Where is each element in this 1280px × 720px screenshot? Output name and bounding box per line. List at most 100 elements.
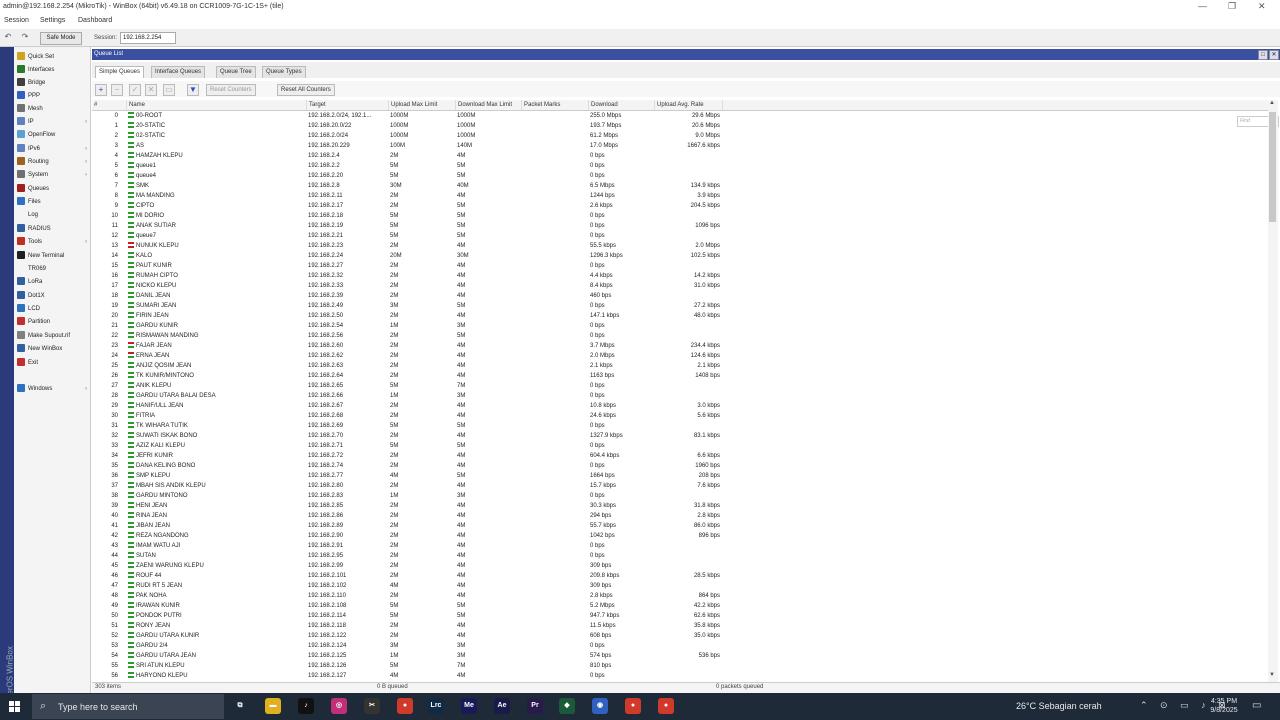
enable-icon[interactable]: ✓ [129,84,141,96]
sidebar-item-system[interactable]: System › [17,169,89,182]
table-row[interactable]: 34 JEFRI KUNIR 192.168.2.72 2M 4M 604.4 kbps 6… [92,451,1268,461]
table-row[interactable]: 0 00-ROOT 192.168.2.0/24, 192.1... 1000M 100… [92,111,1268,121]
column-header[interactable]: Upload Avg. Rate [655,100,723,110]
table-row[interactable]: 14 KALO 192.168.2.24 20M 30M 1296.3 kbps 102.5… [92,251,1268,261]
table-row[interactable]: 27 ANIK KLEPU 192.168.2.65 5M 7M 0 bps [92,381,1268,391]
table-row[interactable]: 1 20-STATIC 192.168.20.0/22 1000M 1000M 193.7… [92,121,1268,131]
table-row[interactable]: 48 PAK NOHA 192.168.2.110 2M 4M 2.8 kbps 864 b… [92,591,1268,601]
sidebar-item-tools[interactable]: Tools › [17,236,89,249]
tab-queue-types[interactable]: Queue Types [262,66,306,78]
table-row[interactable]: 30 FITRIA 192.168.2.68 2M 4M 24.6 kbps 5.6 kbp… [92,411,1268,421]
table-row[interactable]: 43 IMAM WATU AJI 192.168.2.91 2M 4M 0 bps [92,541,1268,551]
sidebar-item-lora[interactable]: LoRa [17,276,89,289]
sidebar-item-lcd[interactable]: LCD [17,303,89,316]
scroll-thumb[interactable] [1269,112,1276,222]
table-row[interactable]: 9 CIPTO 192.168.2.17 2M 5M 2.6 kbps 204.5 kbps [92,201,1268,211]
table-row[interactable]: 19 SUMARI JEAN 192.168.2.49 3M 5M 0 bps 27.2 k… [92,301,1268,311]
weather-widget[interactable]: 26°C Sebagian cerah [1016,701,1102,711]
table-row[interactable]: 28 GARDU UTARA BALAI DESA 192.168.2.66 1M 3M… [92,391,1268,401]
table-row[interactable]: 56 HARYONO KLEPU 192.168.2.127 4M 4M 0 bps [92,671,1268,681]
column-header[interactable]: Download Max Limit [456,100,522,110]
table-row[interactable]: 40 RINA JEAN 192.168.2.86 2M 4M 294 bps 2.8 kb… [92,511,1268,521]
instagram-icon[interactable]: ◎ [331,698,347,714]
table-row[interactable]: 38 GARDU MINTONO 192.168.2.83 1M 3M 0 bps [92,491,1268,501]
table-row[interactable]: 35 DANA KELING BONO 192.168.2.74 2M 4M 0 bps 1… [92,461,1268,471]
reset-counters-button[interactable]: Reset Counters [206,84,256,96]
table-row[interactable]: 3 AS 192.168.20.229 100M 140M 17.0 Mbps 1667.6… [92,141,1268,151]
sidebar-item-supout[interactable]: Make Supout.rif [17,330,89,343]
task-view-icon[interactable]: ⧉ [232,698,248,714]
minimize-button[interactable]: — [1198,1,1207,11]
sidebar-item-queues[interactable]: Queues [17,183,89,196]
table-row[interactable]: 15 PAUT KUNIR 192.168.2.27 2M 4M 0 bps [92,261,1268,271]
table-row[interactable]: 2 02-STATIC 192.168.2.0/24 1000M 1000M 61.2 M… [92,131,1268,141]
close-icon[interactable]: ✕ [1269,50,1279,60]
taskbar-search[interactable]: ⌕ Type here to search [32,694,224,719]
sidebar-item-exit[interactable]: Exit [17,357,89,370]
table-row[interactable]: 7 SMK 192.168.2.8 30M 40M 6.5 Mbps 134.9 kbps [92,181,1268,191]
table-row[interactable]: 53 GARDU 2/4 192.168.2.124 3M 3M 0 bps [92,641,1268,651]
table-row[interactable]: 12 queue7 192.168.2.21 5M 5M 0 bps [92,231,1268,241]
disable-icon[interactable]: ✕ [145,84,157,96]
table-row[interactable]: 44 SUTAN 192.168.2.95 2M 4M 0 bps [92,551,1268,561]
table-row[interactable]: 31 TK WIHARA TUTIK 192.168.2.69 5M 5M 0 bps [92,421,1268,431]
tab-simple-queues[interactable]: Simple Queues [95,66,145,78]
reset-all-counters-button[interactable]: Reset All Counters [277,84,335,96]
column-header[interactable]: Name [127,100,307,110]
tab-queue-tree[interactable]: Queue Tree [216,66,256,78]
menu-dashboard[interactable]: Dashboard [78,17,112,24]
filter-icon[interactable]: ▼ [187,84,199,96]
table-row[interactable]: 55 SRI ATUN KLEPU 192.168.2.126 5M 7M 810 bps [92,661,1268,671]
table-row[interactable]: 50 PONDOK PUTRI 192.168.2.114 5M 5M 947.7 kbp… [92,611,1268,621]
safe-mode-button[interactable]: Safe Mode [40,32,82,45]
lightroom-classic-icon[interactable]: Lrc [428,698,444,714]
table-row[interactable]: 4 HAMZAH KLEPU 192.168.2.4 2M 4M 0 bps [92,151,1268,161]
sidebar-item-routing[interactable]: Routing › [17,156,89,169]
notifications-icon[interactable]: ▭ [1252,700,1261,711]
chrome-icon[interactable]: ● [397,698,413,714]
table-row[interactable]: 45 ZAENI WARUNG KLEPU 192.168.2.99 2M 4M 309 … [92,561,1268,571]
restore-button[interactable]: ❐ [1228,1,1236,12]
tab-interface-queues[interactable]: Interface Queues [151,66,206,78]
column-header[interactable]: Download [589,100,655,110]
table-row[interactable]: 11 ANAK SUTIAR 192.168.2.19 5M 5M 0 bps 1096 b… [92,221,1268,231]
table-row[interactable]: 24 ERNA JEAN 192.168.2.62 2M 4M 2.0 Mbps 124.6… [92,351,1268,361]
table-row[interactable]: 10 MI DORIO 192.168.2.18 5M 5M 0 bps [92,211,1268,221]
table-row[interactable]: 5 queue1 192.168.2.2 5M 5M 0 bps [92,161,1268,171]
sidebar-item-ip[interactable]: IP › [17,116,89,129]
table-row[interactable]: 23 FAJAR JEAN 192.168.2.60 2M 4M 3.7 Mbps 234.… [92,341,1268,351]
tiktok-icon[interactable]: ♪ [298,698,314,714]
table-row[interactable]: 21 GARDU KUNIR 192.168.2.54 1M 3M 0 bps [92,321,1268,331]
sidebar-item-interfaces[interactable]: Interfaces [17,64,89,77]
table-row[interactable]: 52 GARDU UTARA KUNIR 192.168.2.122 2M 4M 608 … [92,631,1268,641]
table-row[interactable]: 13 NUNUK KLEPU 192.168.2.23 2M 4M 55.5 kbps 2.… [92,241,1268,251]
sidebar-item-dot1x[interactable]: Dot1X [17,290,89,303]
sidebar-item-log[interactable]: Log [17,209,89,222]
vertical-scrollbar[interactable]: ▲ ▼ [1268,100,1278,682]
capcut-icon[interactable]: ✂ [364,698,380,714]
column-header[interactable]: Upload Max Limit [389,100,456,110]
sidebar-item-windows[interactable]: Windows › [17,383,89,396]
media-encoder-icon[interactable]: Me [461,698,477,714]
windows-start-icon[interactable] [9,701,21,713]
table-row[interactable]: 49 IRAWAN KUNIR 192.168.2.108 5M 5M 5.2 Mbps 4… [92,601,1268,611]
column-header[interactable]: Target [307,100,389,110]
table-row[interactable]: 29 HANIF/ULL JEAN 192.168.2.67 2M 4M 10.8 kbp… [92,401,1268,411]
table-row[interactable]: 26 TK KUNIR/MINTONO 192.168.2.64 2M 4M 1163 b… [92,371,1268,381]
table-row[interactable]: 42 REZA NGANDONG 192.168.2.90 2M 4M 1042 bps 8… [92,531,1268,541]
column-header[interactable]: # [92,100,127,110]
sidebar-item-partition[interactable]: Partition [17,316,89,329]
table-row[interactable]: 39 HENI JEAN 192.168.2.85 2M 4M 30.3 kbps 31.8… [92,501,1268,511]
table-row[interactable]: 37 MBAH SIS ANDIK KLEPU 192.168.2.80 2M 4M 15… [92,481,1268,491]
maximize-icon[interactable]: □ [1258,50,1268,60]
sidebar-item-quick-set[interactable]: Quick Set [17,51,89,64]
table-row[interactable]: 17 NICKO KLEPU 192.168.2.33 2M 4M 8.4 kbps 31.… [92,281,1268,291]
redo-icon[interactable]: ↷ [20,32,30,42]
chrome-2-icon[interactable]: ● [625,698,641,714]
table-row[interactable]: 16 RUMAH CIPTO 192.168.2.32 2M 4M 4.4 kbps 14.… [92,271,1268,281]
table-row[interactable]: 6 queue4 192.168.2.20 5M 5M 0 bps [92,171,1268,181]
table-row[interactable]: 47 RUDI RT 5 JEAN 192.168.2.102 4M 4M 309 bps [92,581,1268,591]
undo-icon[interactable]: ↶ [3,32,13,42]
taskbar-clock[interactable]: 4:35 PM 9/8/2025 [1206,697,1242,715]
app-green-icon[interactable]: ◆ [559,698,575,714]
